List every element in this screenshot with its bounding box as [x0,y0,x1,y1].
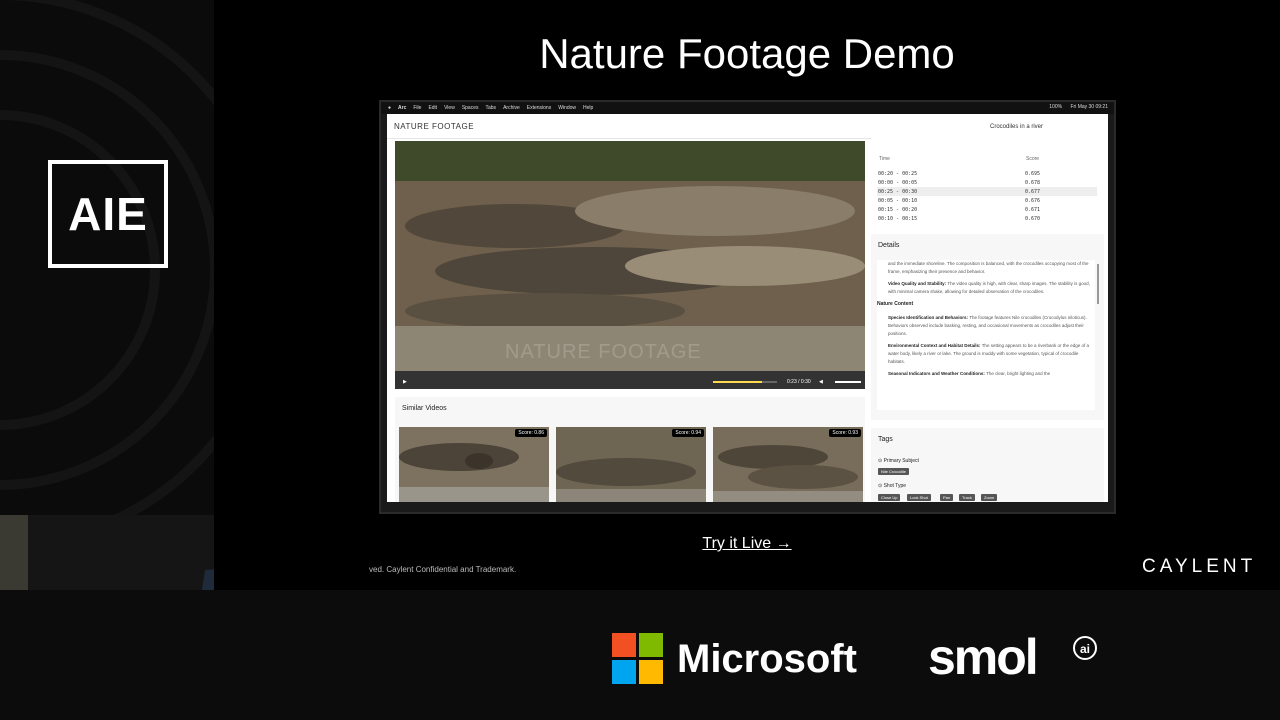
table-row[interactable]: 00:20 - 00:25 0.695 [877,169,1097,178]
menu-item[interactable]: Tabs [486,105,497,111]
segment-scores-table: Time Score 00:20 - 00:25 0.695 00:00 - 00… [871,138,1104,226]
details-paragraph: Species Identification and Behaviors: Th… [888,315,1087,336]
video-watermark: NATURE FOOTAGE [505,341,702,363]
tag-chip[interactable]: Close Up [878,494,901,501]
menu-item[interactable]: Edit [428,105,437,111]
microsoft-logo [612,633,664,685]
similar-video-thumb[interactable]: Score: 0.94 [556,427,706,502]
shot-type-label: ⊙ Shot Type [878,483,907,489]
menu-item[interactable]: File [413,105,421,111]
similar-videos-panel: Similar Videos Score: 0.86 Score: 0.94 S… [395,397,865,502]
tag-chip[interactable]: Zoom [981,494,998,501]
menu-item[interactable]: Help [583,105,593,111]
caylent-logo: CAYLENT [1142,556,1257,577]
smol-ai-badge: ai [1073,636,1097,660]
confidential-footer: ved. Caylent Confidential and Trademark. [369,565,517,574]
scrollbar[interactable] [1097,264,1099,304]
results-sidebar: Time Score 00:20 - 00:25 0.695 00:00 - 00… [871,138,1108,502]
try-it-live-link[interactable]: Try it Live → [214,535,1280,553]
app-header: NATURE FOOTAGE Crocodiles in a river [387,114,1108,139]
similar-video-thumb[interactable]: Score: 0.93 [713,427,863,502]
apple-icon[interactable]: ● [388,105,391,111]
details-intro: and the immediate shoreline. The composi… [888,261,1089,274]
video-time: 0:23 / 0:30 [787,379,811,385]
table-row[interactable]: 00:05 - 00:10 0.676 [877,196,1097,205]
thumb-image [556,427,706,502]
progress-track[interactable] [713,381,777,383]
details-scroll[interactable]: and the immediate shoreline. The composi… [877,260,1095,410]
details-title: Details [878,242,900,249]
menubar-status: 100% Fri May 30 09:21 [1042,104,1108,110]
tag-chip[interactable]: Pan [940,494,954,501]
play-icon[interactable]: ▶ [403,379,407,385]
details-paragraph: Environmental Context and Habitat Detail… [888,343,1090,364]
primary-subject-label: ⊙ Primary Subject [878,458,919,464]
thumb-image [713,427,863,502]
similar-videos-title: Similar Videos [402,405,447,412]
screenshot-frame: ● Arc File Edit View Spaces Tabs Archive… [379,100,1116,514]
details-paragraph: Seasonal Indicators and Weather Conditio… [888,371,1051,376]
table-row[interactable]: 00:15 - 00:20 0.671 [877,205,1097,214]
nature-content-heading: Nature Content [877,301,914,307]
presentation-slide: Nature Footage Demo ● Arc File Edit View… [214,0,1280,590]
left-backdrop: AIE [0,0,214,515]
tags-title: Tags [878,436,893,443]
menu-item[interactable]: Arc [398,105,406,111]
tag-chip[interactable]: Nile Crocodile [878,468,909,475]
menubar-clock: Fri May 30 09:21 [1070,104,1108,110]
score-badge: Score: 0.94 [672,429,704,437]
video-controls: ▶ 0:23 / 0:30 ◀ [395,375,865,389]
tags-card: Tags ⊙ Primary Subject Nile Crocodile ⊙ … [871,428,1104,502]
score-badge: Score: 0.93 [829,429,861,437]
slide-title: Nature Footage Demo [539,30,955,77]
time-column-header: Time [879,156,890,162]
table-row[interactable]: 00:00 - 00:05 0.678 [877,178,1097,187]
thumb-image [399,427,549,502]
tag-chip[interactable]: Lock Shot [907,494,931,501]
score-column-header: Score [1026,156,1040,162]
volume-icon[interactable]: ◀ [819,379,823,385]
menu-item[interactable]: View [444,105,455,111]
score-badge: Score: 0.86 [515,429,547,437]
volume-slider[interactable] [835,381,861,383]
mac-menubar: ● Arc File Edit View Spaces Tabs Archive… [381,102,1114,114]
table-row[interactable]: 00:10 - 00:15 0.670 [877,214,1097,223]
similar-video-thumb[interactable]: Score: 0.86 [399,427,549,502]
table-row[interactable]: 00:25 - 00:30 0.677 [877,187,1097,196]
menu-item[interactable]: Window [558,105,576,111]
aie-logo: AIE [48,160,168,268]
details-paragraph: Video Quality and Stability: The video q… [888,281,1090,294]
menu-item[interactable]: Extensions [527,105,551,111]
details-card: Details and the immediate shoreline. The… [871,234,1104,420]
video-player[interactable]: NATURE FOOTAGE ▶ 0:23 / 0:30 ◀ [395,141,865,389]
microsoft-wordmark: Microsoft [677,637,857,681]
menu-item[interactable]: Archive [503,105,520,111]
tag-chip[interactable]: Track [959,494,975,501]
search-input[interactable]: Crocodiles in a river [990,120,1102,134]
menu-item[interactable]: Spaces [462,105,479,111]
nature-footage-app: NATURE FOOTAGE Crocodiles in a river NAT… [387,114,1108,502]
progress-fill [713,381,763,383]
battery-level: 100% [1049,104,1063,110]
brand-logo[interactable]: NATURE FOOTAGE [394,122,474,131]
smol-wordmark: smol [928,629,1039,685]
